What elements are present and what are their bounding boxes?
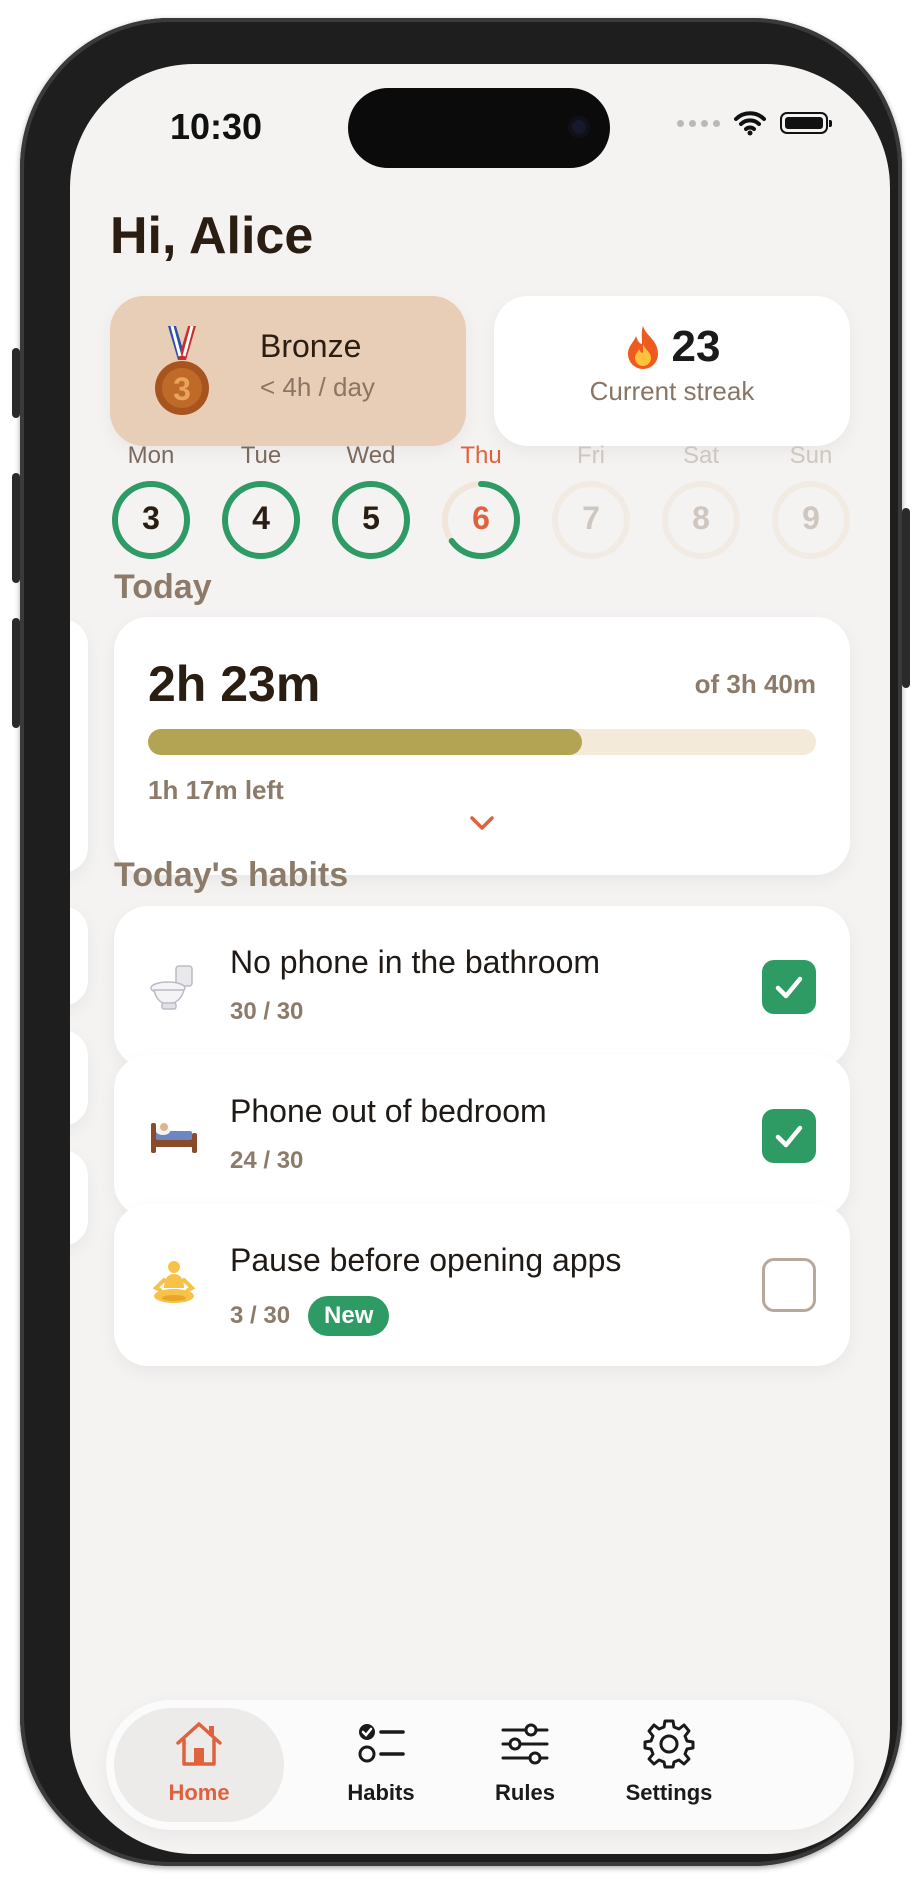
bed-icon	[151, 1123, 197, 1153]
day-ring: 4	[219, 478, 303, 562]
level-badge-card[interactable]: 3 Bronze < 4h / day	[110, 296, 466, 446]
toilet-icon	[150, 965, 193, 1010]
day-name: Fri	[577, 442, 605, 469]
habit-card-peek	[70, 906, 88, 1006]
home-icon	[176, 1722, 222, 1766]
habit-checkbox[interactable]	[762, 1109, 816, 1163]
day-sat[interactable]: Sat 8	[658, 442, 744, 562]
day-name: Tue	[240, 442, 282, 469]
habit-progress: 24 / 30	[230, 1147, 303, 1175]
status-icons	[677, 110, 832, 136]
habit-count: 3 / 30	[230, 1302, 291, 1329]
day-ring: 7	[549, 478, 633, 562]
badge-title: Bronze	[260, 328, 362, 364]
day-number: 5	[362, 500, 380, 536]
habit-name: No phone in the bathroom	[230, 944, 601, 980]
habits-section-title: Today's habits	[114, 856, 349, 894]
habit-name: Pause before opening apps	[230, 1242, 622, 1278]
streak-label: Current streak	[589, 376, 755, 406]
week-strip: Mon 3 Tue 4 Wed 5 Thu 6 Fri 7 Sat 8 Sun …	[108, 442, 852, 559]
day-ring: 8	[659, 478, 743, 562]
day-wed[interactable]: Wed 5	[328, 442, 414, 562]
checkmark-icon	[775, 976, 803, 999]
habits-list-icon	[358, 1724, 405, 1763]
bronze-medal-icon: 3	[155, 326, 209, 415]
previous-day-card-peek[interactable]	[70, 619, 88, 873]
day-mon[interactable]: Mon 3	[108, 442, 194, 562]
day-number: 8	[692, 500, 710, 536]
status-time: 10:30	[170, 106, 263, 147]
habit-card-peek	[70, 1150, 88, 1246]
habit-card-peek	[70, 1030, 88, 1126]
day-ring: 5	[329, 478, 413, 562]
habit-progress: 3 / 30 New	[230, 1296, 390, 1336]
volume-down-button	[12, 618, 20, 728]
app-screen: 10:30 Hi, Alice 3 Bronze < 4h / day 23 C…	[70, 64, 890, 1854]
signal-icon	[677, 119, 720, 127]
phone-frame: 10:30 Hi, Alice 3 Bronze < 4h / day 23 C…	[12, 18, 910, 1866]
day-name: Wed	[346, 442, 396, 469]
badge-subtitle: < 4h / day	[260, 372, 375, 402]
daily-goal: of 3h 40m	[694, 669, 816, 699]
habit-checkbox[interactable]	[762, 960, 816, 1014]
tab-label: Home	[168, 1780, 230, 1805]
day-number: 9	[802, 500, 820, 536]
chevron-down-icon[interactable]	[466, 813, 498, 833]
day-fri[interactable]: Fri 7	[548, 442, 634, 562]
time-remaining: 1h 17m left	[148, 775, 284, 805]
fire-icon	[627, 326, 658, 369]
power-button	[902, 508, 910, 688]
action-button	[12, 348, 20, 418]
day-ring: 6	[439, 478, 523, 562]
tab-home[interactable]: Home	[114, 1708, 284, 1822]
habit-row[interactable]: Phone out of bedroom 24 / 30	[114, 1055, 850, 1217]
habit-row[interactable]: No phone in the bathroom 30 / 30	[114, 906, 850, 1068]
day-number: 4	[252, 500, 270, 536]
svg-text:3: 3	[173, 371, 191, 407]
habit-name: Phone out of bedroom	[230, 1093, 547, 1129]
day-number: 7	[582, 500, 600, 536]
day-number: 6	[472, 500, 490, 536]
day-thu[interactable]: Thu 6	[438, 442, 524, 562]
gear-icon	[643, 1719, 695, 1769]
day-name: Sat	[682, 442, 720, 469]
time-used: 2h 23m	[148, 656, 321, 712]
sliders-icon	[501, 1723, 549, 1765]
day-name: Thu	[460, 442, 502, 469]
habit-checkbox[interactable]	[762, 1258, 816, 1312]
habit-count: 30 / 30	[230, 998, 304, 1025]
today-usage-card[interactable]: 2h 23m of 3h 40m 1h 17m left	[114, 617, 850, 875]
usage-progress-fill	[148, 729, 583, 755]
day-sun[interactable]: Sun 9	[768, 442, 854, 562]
usage-progress-bar	[148, 729, 816, 755]
front-camera	[568, 116, 590, 138]
day-ring: 3	[109, 478, 193, 562]
habit-count: 24 / 30	[230, 1147, 304, 1174]
day-ring: 9	[769, 478, 853, 562]
checkmark-icon	[775, 1125, 803, 1148]
day-tue[interactable]: Tue 4	[218, 442, 304, 562]
today-section-title: Today	[114, 568, 212, 606]
tab-settings[interactable]: Settings	[584, 1700, 754, 1830]
volume-up-button	[12, 473, 20, 583]
tab-bar: Home Habits Rules Settings	[106, 1700, 854, 1830]
streak-value: 23	[671, 322, 721, 371]
day-number: 3	[142, 500, 160, 536]
greeting-title: Hi, Alice	[110, 207, 314, 265]
day-name: Mon	[127, 442, 175, 469]
tab-label: Settings	[625, 1780, 713, 1805]
battery-icon	[780, 112, 832, 134]
day-name: Sun	[789, 442, 833, 469]
habit-progress: 30 / 30	[230, 998, 303, 1026]
wifi-icon	[734, 111, 766, 136]
new-badge: New	[308, 1296, 390, 1336]
habit-row[interactable]: Pause before opening apps 3 / 30 New	[114, 1204, 850, 1366]
streak-card[interactable]: 23 Current streak	[494, 296, 850, 446]
meditation-icon	[152, 1261, 196, 1303]
